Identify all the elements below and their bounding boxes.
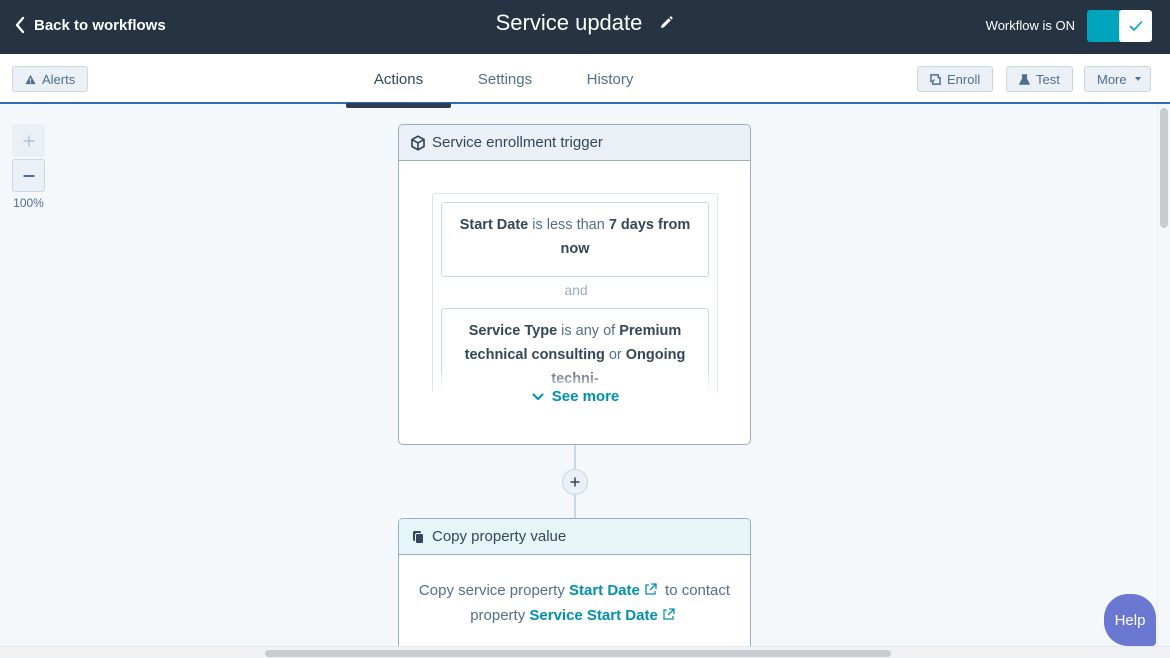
more-label: More: [1097, 71, 1127, 87]
back-label: Back to workflows: [34, 16, 166, 34]
chevron-down-icon: [532, 393, 544, 400]
more-dropdown-button[interactable]: More: [1084, 66, 1151, 92]
help-button[interactable]: Help: [1104, 594, 1156, 646]
see-more-button[interactable]: See more: [399, 388, 750, 405]
source-property-link[interactable]: Start Date: [569, 582, 640, 599]
back-to-workflows-link[interactable]: Back to workflows: [14, 16, 166, 34]
caret-down-icon: [1134, 77, 1141, 81]
minus-icon: [23, 174, 34, 177]
filter-condition[interactable]: Start Date is less than 7 days from now: [441, 202, 709, 277]
copy-property-action-card[interactable]: Copy property value Copy service propert…: [398, 518, 751, 658]
see-more-label: See more: [551, 388, 620, 405]
zoom-controls: 100%: [12, 124, 45, 210]
chevron-left-icon: [15, 16, 25, 34]
trigger-card-title: Service enrollment trigger: [432, 134, 603, 151]
tab-history[interactable]: History: [559, 54, 661, 104]
action-text: Copy service property: [418, 582, 565, 599]
enroll-label: Enroll: [947, 71, 981, 87]
plus-icon: [570, 477, 580, 487]
tab-actions-label: Actions: [373, 70, 424, 88]
enrollment-trigger-card[interactable]: Service enrollment trigger Start Date is…: [398, 124, 751, 445]
test-button[interactable]: Test: [1006, 66, 1073, 92]
alerts-button[interactable]: Alerts: [12, 66, 89, 92]
filter-group: Start Date is less than 7 days from now …: [432, 193, 718, 393]
action-text: property: [470, 607, 526, 624]
connector-line: [574, 495, 576, 518]
pencil-edit-icon[interactable]: [658, 15, 674, 31]
test-label: Test: [1036, 71, 1060, 87]
copy-icon: [413, 530, 424, 544]
tab-bar: Actions Settings History: [346, 54, 661, 108]
add-action-button[interactable]: [562, 469, 588, 495]
filter-joiner: or: [608, 347, 622, 363]
vertical-scrollbar-thumb[interactable]: [1160, 108, 1168, 228]
workflow-title: Service update: [496, 10, 675, 36]
tab-settings[interactable]: Settings: [451, 54, 559, 104]
tab-settings-label: Settings: [477, 70, 533, 88]
workflow-status-text: Workflow is ON: [985, 18, 1075, 33]
action-description: Copy service property Start Date to cont…: [399, 555, 750, 651]
target-property-link[interactable]: Service Start Date: [529, 607, 657, 624]
action-card-header: Copy property value: [399, 519, 750, 555]
flask-icon: [1019, 73, 1030, 85]
external-link-icon[interactable]: [644, 583, 657, 596]
workflow-on-toggle[interactable]: [1087, 10, 1152, 42]
filter-property: Service Type: [468, 323, 558, 339]
external-link-icon[interactable]: [662, 608, 675, 621]
plus-icon: [23, 135, 34, 146]
top-header: Back to workflows Service update Workflo…: [0, 0, 1170, 54]
filter-operator: is less than: [532, 217, 605, 233]
workflow-title-text[interactable]: Service update: [496, 10, 643, 36]
checkmark-icon: [1129, 21, 1142, 31]
toggle-knob: [1119, 10, 1152, 42]
enroll-icon: [930, 73, 941, 85]
workflow-toolbar: Alerts Actions Settings History Enroll T…: [0, 54, 1170, 108]
zoom-out-button[interactable]: [12, 159, 45, 192]
action-text: to contact: [665, 582, 731, 599]
filter-property: Start Date: [459, 217, 529, 233]
enroll-button[interactable]: Enroll: [917, 66, 994, 92]
filter-operator: is any of: [561, 323, 616, 339]
horizontal-scrollbar-thumb[interactable]: [265, 650, 891, 657]
and-label: and: [564, 282, 588, 298]
tab-history-label: History: [586, 70, 634, 88]
connector-line: [574, 445, 576, 469]
zoom-level: 100%: [13, 196, 44, 210]
zoom-in-button[interactable]: [12, 124, 45, 157]
trigger-card-header: Service enrollment trigger: [399, 125, 750, 161]
action-card-title: Copy property value: [432, 528, 567, 545]
warning-icon: [25, 74, 36, 84]
tab-actions[interactable]: Actions: [346, 54, 451, 108]
alerts-label: Alerts: [42, 71, 76, 87]
cube-icon: [411, 134, 425, 151]
